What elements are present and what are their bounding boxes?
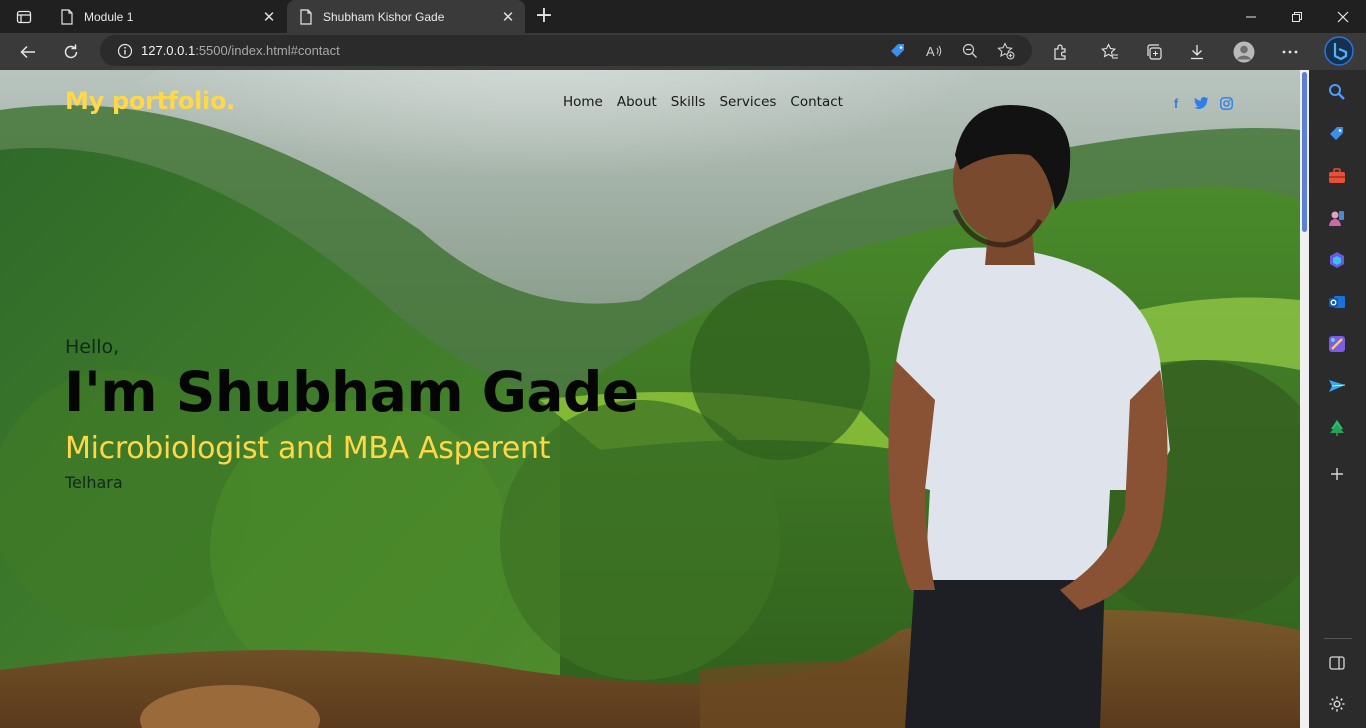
close-tab-icon[interactable]: ✕ [497, 6, 519, 28]
nav-skills[interactable]: Skills [671, 94, 706, 110]
sidebar-divider [1324, 638, 1352, 639]
read-aloud-icon[interactable]: A [916, 35, 952, 66]
tab-title: Shubham Kishor Gade [323, 9, 445, 24]
nav-contact[interactable]: Contact [790, 94, 843, 110]
instagram-icon[interactable] [1218, 95, 1234, 111]
page-scrollbar[interactable] [1300, 70, 1309, 728]
social-links: f [1168, 95, 1234, 111]
facebook-icon[interactable]: f [1168, 95, 1184, 111]
tools-icon[interactable] [1323, 162, 1351, 190]
nav-home[interactable]: Home [563, 94, 603, 110]
page-viewport: My portfolio. Home About Skills Services… [0, 70, 1300, 728]
close-tab-icon[interactable]: ✕ [258, 6, 280, 28]
site-logo[interactable]: My portfolio. [65, 87, 235, 115]
add-favorite-icon[interactable] [988, 35, 1024, 66]
page-icon [300, 8, 312, 25]
games-icon[interactable] [1323, 204, 1351, 232]
tab-bar: Module 1 ✕ Shubham Kishor Gade ✕ + [0, 0, 1366, 33]
hero-location: Telhara [65, 473, 123, 492]
coupon-icon[interactable] [880, 35, 916, 66]
site-info-icon[interactable] [109, 35, 141, 66]
shopping-icon[interactable] [1323, 120, 1351, 148]
extensions-icon[interactable] [1045, 36, 1077, 68]
more-icon[interactable] [1274, 36, 1306, 68]
close-window-icon[interactable] [1320, 0, 1366, 33]
url-text[interactable]: 127.0.0.1:5500/index.html#contact [141, 43, 340, 58]
zoom-out-icon[interactable] [952, 35, 988, 66]
url-host: 127.0.0.1 [141, 43, 196, 58]
send-icon[interactable] [1323, 372, 1351, 400]
minimize-icon[interactable] [1228, 0, 1274, 33]
nav-services[interactable]: Services [719, 94, 776, 110]
svg-text:A: A [926, 44, 935, 59]
page-icon [61, 8, 73, 25]
scrollbar-thumb[interactable] [1302, 72, 1307, 232]
copilot-icon[interactable] [1323, 246, 1351, 274]
nav-about[interactable]: About [617, 94, 657, 110]
outlook-icon[interactable] [1323, 288, 1351, 316]
tab-title: Module 1 [84, 9, 134, 24]
browser-sidebar [1309, 70, 1366, 728]
downloads-icon[interactable] [1181, 36, 1213, 68]
new-tab-icon[interactable]: + [532, 5, 556, 29]
sidebar-toggle-icon[interactable] [1323, 649, 1351, 677]
back-icon[interactable] [12, 36, 44, 68]
hero-name: I'm Shubham Gade [64, 360, 639, 424]
profile-icon[interactable] [1228, 36, 1260, 68]
settings-icon[interactable] [1323, 690, 1351, 718]
tab-actions-icon[interactable] [8, 5, 40, 29]
browser-toolbar: 127.0.0.1:5500/index.html#contact A [0, 33, 1366, 70]
search-icon[interactable] [1323, 78, 1351, 106]
restore-icon[interactable] [1274, 0, 1320, 33]
site-nav: Home About Skills Services Contact [563, 94, 843, 110]
twitter-icon[interactable] [1193, 95, 1209, 111]
address-bar[interactable]: 127.0.0.1:5500/index.html#contact A [100, 35, 1032, 66]
add-icon[interactable] [1323, 460, 1351, 488]
hero-role: Microbiologist and MBA Asperent [65, 431, 551, 466]
collections-icon[interactable] [1138, 36, 1170, 68]
hero-greeting: Hello, [65, 336, 120, 358]
tab-module-1[interactable]: Module 1 ✕ [48, 0, 286, 33]
refresh-icon[interactable] [55, 36, 87, 68]
tab-shubham-kishor-gade[interactable]: Shubham Kishor Gade ✕ [287, 0, 525, 33]
url-path: :5500/index.html#contact [195, 43, 340, 58]
bing-copilot-icon[interactable] [1322, 34, 1356, 68]
designer-icon[interactable] [1323, 330, 1351, 358]
favorites-icon[interactable] [1094, 36, 1126, 68]
tree-icon[interactable] [1323, 414, 1351, 442]
